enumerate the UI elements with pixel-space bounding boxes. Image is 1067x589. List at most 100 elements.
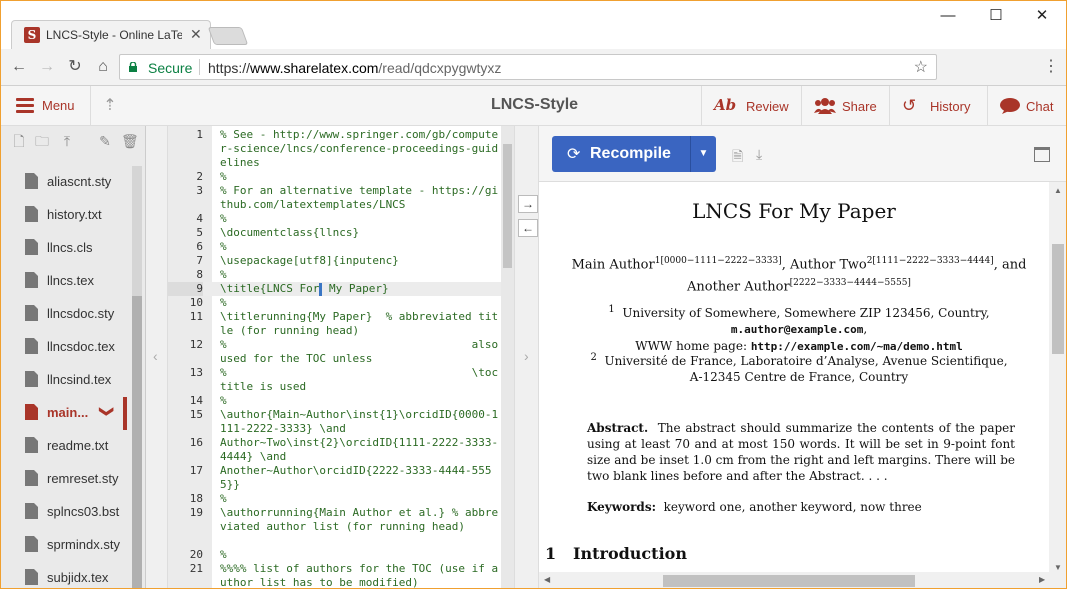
file-item[interactable]: sprmindx.sty [1,529,131,562]
author-3: Another Author [687,279,790,295]
code-line[interactable]: 12 % also used for the TOC unless [168,338,508,366]
file-item[interactable]: llncs.tex [1,265,131,298]
file-item[interactable]: subjidx.tex [1,562,131,588]
recompile-dropdown-icon[interactable]: ▼ [690,136,716,172]
file-item[interactable]: llncsdoc.tex [1,331,131,364]
history-icon: ↺ [902,96,917,115]
collapse-right-icon[interactable]: › [524,348,529,364]
file-item[interactable]: llncsdoc.sty [1,298,131,331]
collapse-left-icon[interactable]: ‹ [153,348,158,364]
menu-button[interactable]: Menu [1,86,91,126]
pdf-horizontal-scroll-thumb[interactable] [663,575,915,587]
file-icon [25,437,38,453]
omnibox[interactable]: Secure https://www.sharelatex.com/read/q… [119,54,937,80]
code-line[interactable]: 6% [168,240,508,254]
file-item[interactable]: llncs.cls [1,232,131,265]
up-arrow-icon[interactable]: ⇡ [91,86,129,126]
forward-icon[interactable]: → [37,57,57,77]
code-line[interactable]: 9 \title{LNCS For My Paper} [168,282,508,296]
browser-menu-icon[interactable]: ⋮ [1043,57,1059,77]
file-tree-scrollbar[interactable] [132,166,142,588]
pdf-vertical-scroll-thumb[interactable] [1052,244,1064,354]
code-editor[interactable]: 1 % See - http://www.springer.com/gb/comp… [168,126,514,588]
code-line[interactable]: 14% [168,394,508,408]
code-line[interactable]: 16 Author~Two\inst{2}\orcidID{1111-2222-3… [168,436,508,464]
file-item[interactable]: readme.txt [1,430,131,463]
url-text: https://www.sharelatex.com/read/qdcxpygw… [208,60,501,76]
upload-icon[interactable]: ⤒ [59,133,75,149]
reload-icon[interactable]: ↻ [65,57,85,77]
back-icon[interactable]: ← [9,57,29,77]
file-tree-splitter[interactable]: ‹ [146,126,168,588]
chat-button[interactable]: Chat [987,86,1066,126]
file-options-chevron-icon[interactable]: ❯ [98,406,115,418]
scroll-down-icon[interactable]: ▼ [1054,563,1062,572]
scroll-left-icon[interactable]: ◀ [544,575,550,584]
share-button[interactable]: Share [801,86,889,126]
recompile-button[interactable]: ⟳ Recompile ▼ [552,136,716,172]
file-item[interactable]: history.txt [1,199,131,232]
download-pdf-icon[interactable]: ⤓ [756,146,762,163]
code-line[interactable]: 7 \usepackage[utf8]{inputenc} [168,254,508,268]
rename-pencil-icon[interactable]: ✎ [97,133,113,149]
file-icon [25,371,38,387]
line-number: 17 [189,464,203,477]
code-line[interactable]: 3 % For an alternative template - https:/… [168,184,508,212]
file-item[interactable]: main... ❯ [1,397,131,430]
bookmark-star-icon[interactable]: ☆ [914,57,928,77]
keywords-text: keyword one, another keyword, now three [663,500,922,514]
code-line[interactable]: 13 % \toctitle is used [168,366,508,394]
expand-pdf-icon[interactable] [1034,147,1050,162]
tab-close-icon[interactable]: ✕ [190,26,202,43]
chat-label: Chat [1026,99,1054,114]
code-line[interactable]: 17 Another~Author\orcidID{2222-3333-4444-… [168,464,508,492]
code-line[interactable]: 19 \authorrunning{Main Author et al.} % a… [168,506,508,548]
affiliation-1-mark: 1 [608,304,615,315]
code-line[interactable]: 4% [168,212,508,226]
pdf-vertical-scrollbar[interactable]: ▲ ▼ [1049,182,1066,576]
code-line[interactable]: 11 \titlerunning{My Paper} % abbreviated … [168,310,508,338]
new-tab-button[interactable] [207,27,249,45]
sync-to-pdf-icon[interactable]: → [518,195,538,213]
maximize-icon[interactable]: ☐ [973,5,1019,27]
line-number: 20 [189,548,203,561]
scroll-right-icon[interactable]: ▶ [1039,575,1045,584]
file-tree-scroll-thumb[interactable] [132,296,142,588]
code-line[interactable]: 15 \author{Main~Author\inst{1}\orcidID{00… [168,408,508,436]
affiliation-2-mark: 2 [590,352,597,363]
history-button[interactable]: ↺ History [889,86,987,126]
code-line[interactable]: 1 % See - http://www.springer.com/gb/comp… [168,128,508,170]
code-line[interactable]: 20% [168,548,508,562]
review-label: Review [746,99,789,114]
file-icon [25,569,38,585]
code-line[interactable]: 21 %%%% list of authors for the TOC (use … [168,562,508,588]
delete-trash-icon[interactable]: 🗑 [121,133,139,149]
code-line[interactable]: 10% [168,296,508,310]
code-line[interactable]: 2% [168,170,508,184]
code-line[interactable]: 18% [168,492,508,506]
line-text: \usepackage[utf8]{inputenc} [220,254,399,267]
minimize-icon[interactable]: — [925,5,971,27]
line-text-after-cursor: My Paper} [322,282,389,295]
pdf-horizontal-scrollbar[interactable]: ◀ ▶ [539,572,1066,588]
sync-to-code-icon[interactable]: ← [518,219,538,237]
scroll-up-icon[interactable]: ▲ [1054,186,1062,195]
author-1-orcid: 1[0000−1111−2222−3333] [654,256,782,266]
new-folder-icon[interactable]: 🗀 [34,133,50,149]
logs-document-icon[interactable]: 🗎 [732,146,743,170]
code-line[interactable]: 5 \documentclass{llncs} [168,226,508,240]
new-file-icon[interactable]: 🗋 [11,133,27,149]
file-item[interactable]: aliascnt.sty [1,166,131,199]
close-window-icon[interactable]: ✕ [1019,5,1065,27]
editor-scrollbar[interactable] [501,126,514,588]
file-item[interactable]: remreset.sty [1,463,131,496]
line-text: % [220,240,227,253]
line-text: % [220,492,227,505]
file-item[interactable]: splncs03.bst [1,496,131,529]
file-item[interactable]: llncsind.tex [1,364,131,397]
editor-scroll-thumb[interactable] [503,144,512,268]
home-icon[interactable]: ⌂ [93,57,113,77]
review-button[interactable]: Ab Review [701,86,801,126]
code-line[interactable]: 8% [168,268,508,282]
browser-tab[interactable]: S LNCS-Style - Online LaTe ✕ [11,20,211,49]
